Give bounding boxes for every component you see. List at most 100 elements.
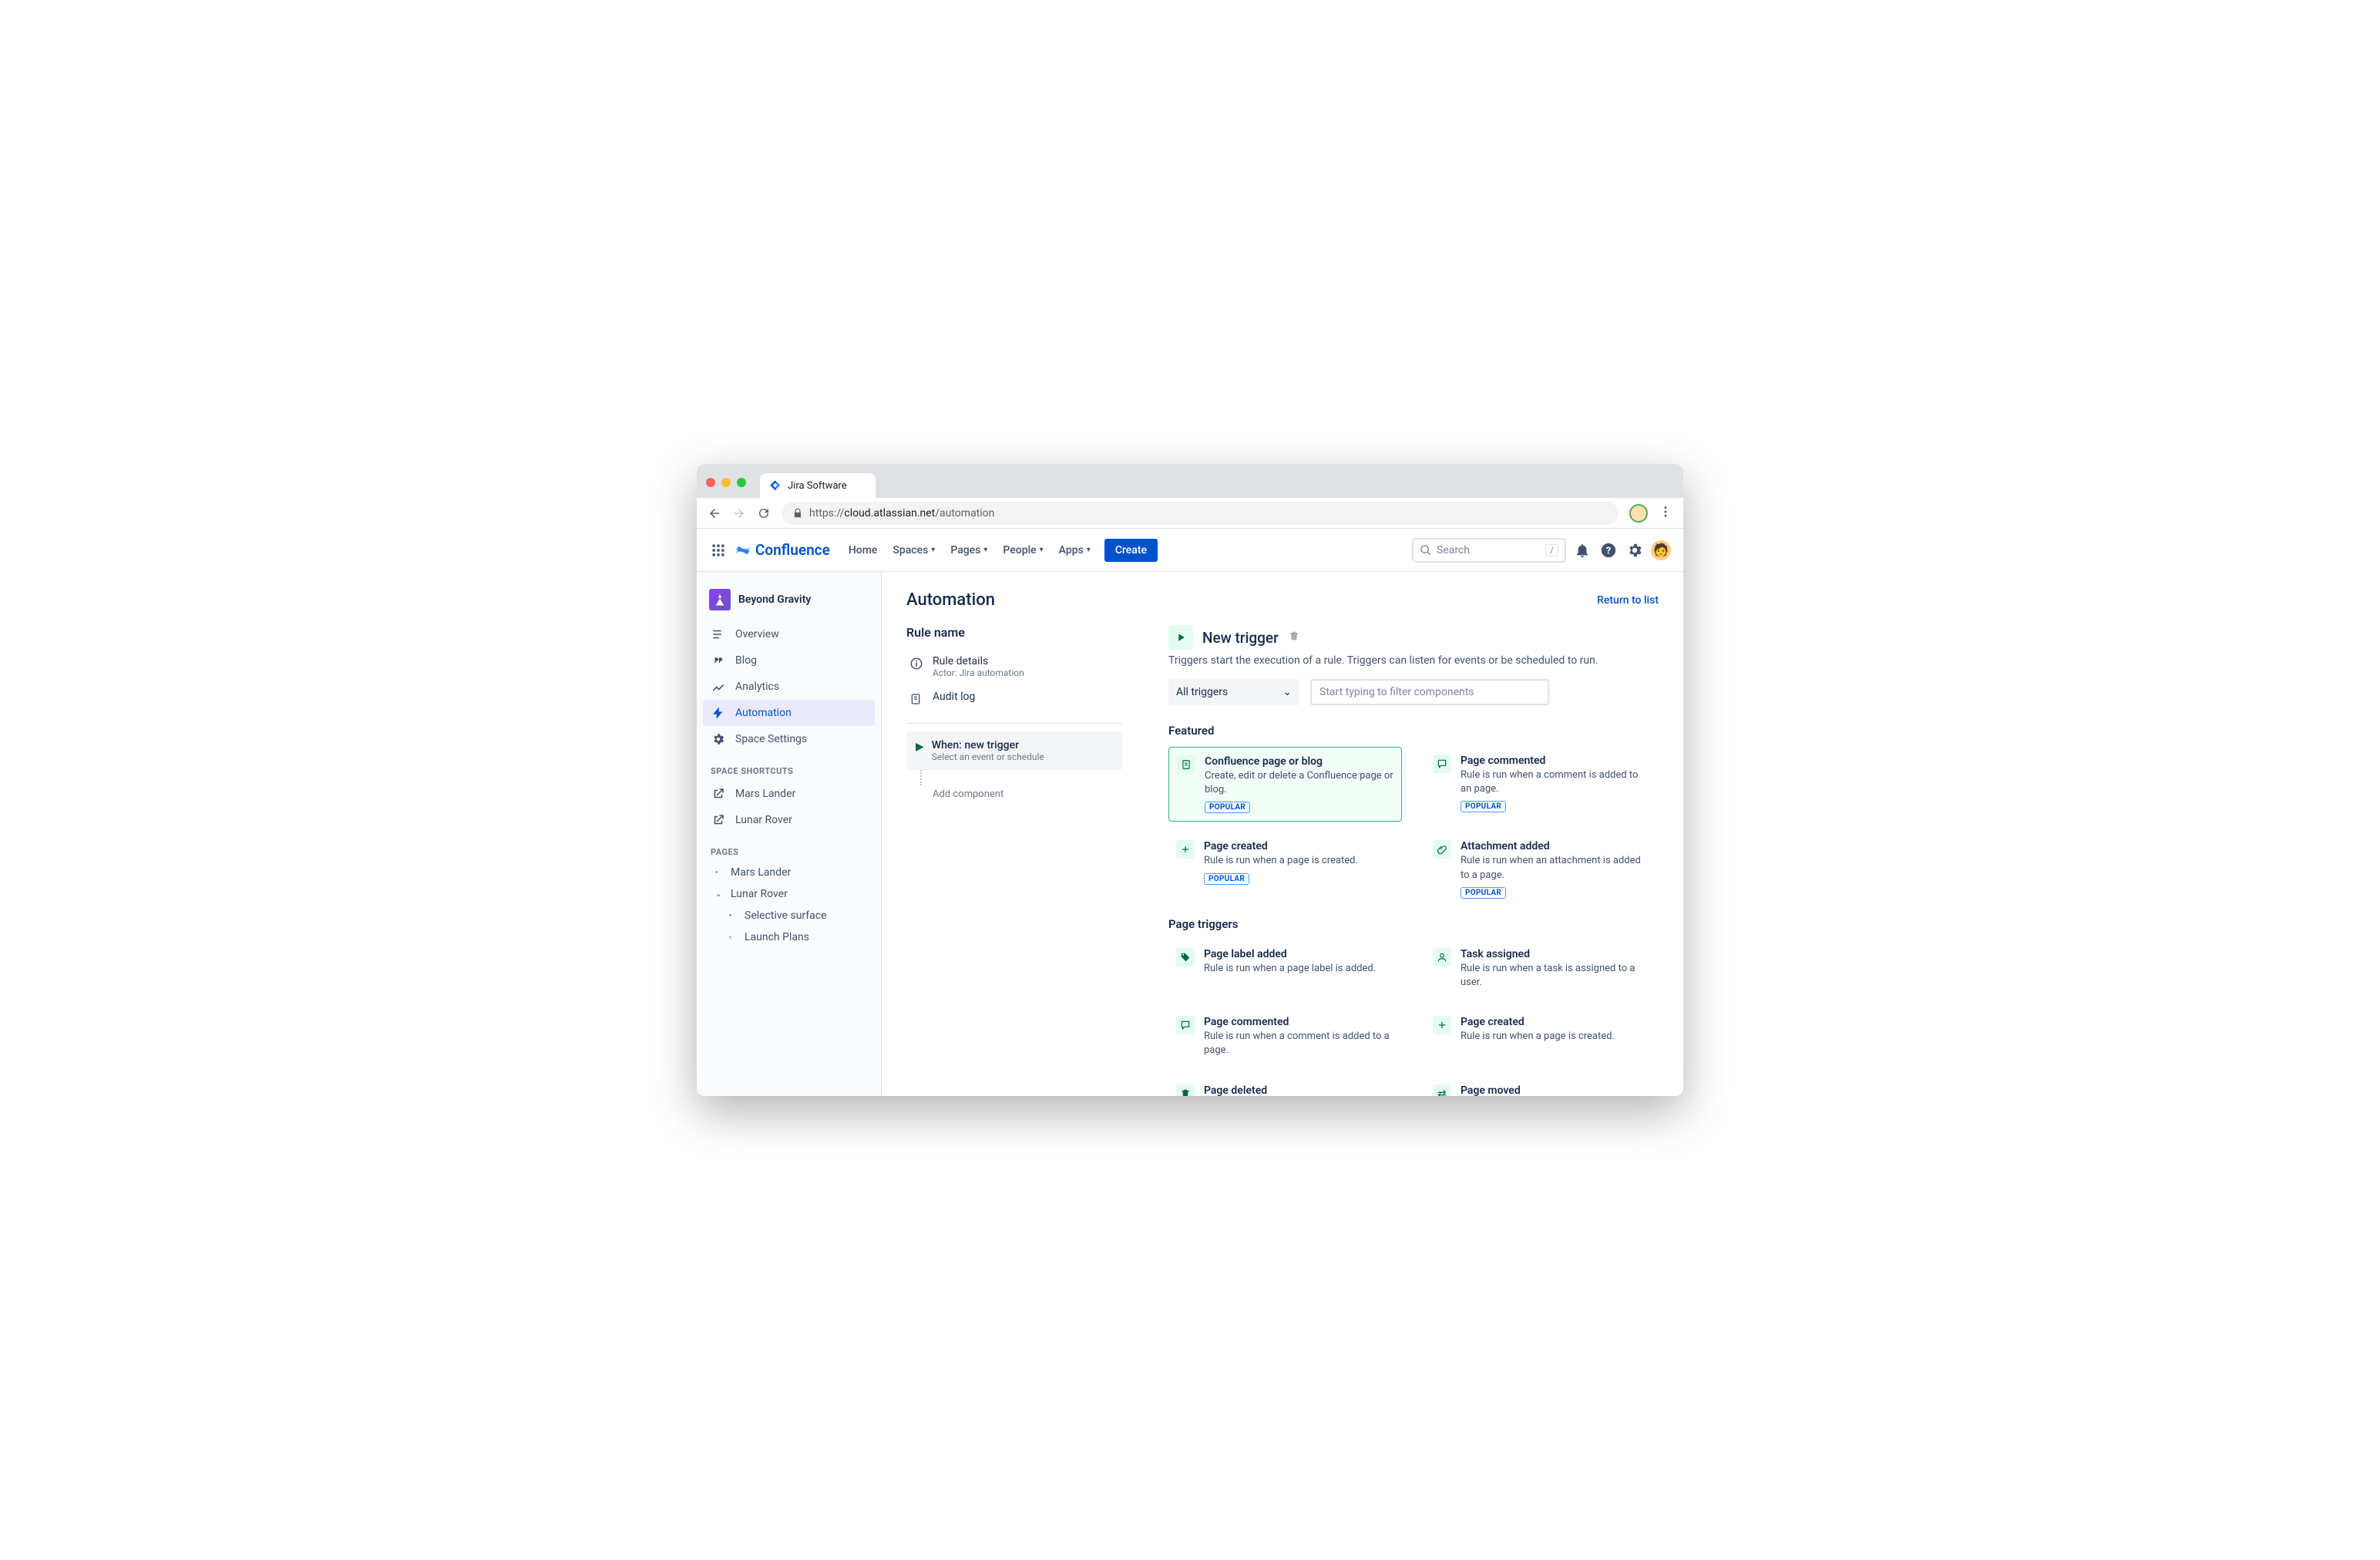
trigger-step-card[interactable]: ▶ When: new triggerSelect an event or sc… — [906, 731, 1122, 770]
trigger-card[interactable]: Page created Rule is run when a page is c… — [1168, 832, 1402, 906]
rule-actor-label: Actor: Jira automation — [933, 667, 1024, 678]
page-selective-surface[interactable]: •Selective surface — [703, 905, 875, 926]
attach-icon — [1433, 840, 1451, 859]
featured-triggers-grid: Confluence page or blogCreate, edit or d… — [1168, 747, 1659, 906]
back-button[interactable] — [708, 506, 721, 520]
confluence-logo[interactable]: Confluence — [734, 541, 830, 560]
help-button[interactable]: ? — [1598, 540, 1619, 560]
trigger-card[interactable]: Attachment addedRule is run when an atta… — [1425, 832, 1659, 906]
sidebar-item-analytics[interactable]: Analytics — [703, 674, 875, 700]
shortcut-mars-lander[interactable]: Mars Lander — [703, 781, 875, 807]
shortcuts-heading: SPACE SHORTCUTS — [703, 752, 875, 781]
nav-home[interactable]: Home — [842, 540, 884, 561]
page-launch-plans[interactable]: ›Launch Plans — [703, 926, 875, 948]
rule-column: Rule name Rule detailsActor: Jira automa… — [906, 625, 1122, 1096]
add-component-link[interactable]: Add component — [906, 785, 1122, 800]
card-description: Rule is run when a page is created. — [1461, 1030, 1651, 1044]
chevron-down-icon: ⌄ — [1282, 686, 1292, 698]
trigger-card[interactable]: Confluence page or blogCreate, edit or d… — [1168, 747, 1402, 822]
browser-menu-button[interactable] — [1659, 505, 1672, 522]
shortcut-lunar-rover[interactable]: Lunar Rover — [703, 807, 875, 833]
settings-button[interactable] — [1625, 540, 1645, 560]
reload-button[interactable] — [757, 506, 771, 520]
popular-badge: POPULAR — [1205, 802, 1250, 813]
window-controls — [706, 478, 754, 498]
search-input[interactable]: Search / — [1412, 538, 1566, 563]
sidebar-item-blog[interactable]: Blog — [703, 647, 875, 674]
content-area: Beyond Gravity Overview Blog Analytics A… — [697, 572, 1683, 1096]
chevron-right-icon: › — [729, 933, 738, 942]
filter-components-input[interactable] — [1310, 679, 1549, 705]
trigger-card[interactable]: Page deletedRule is run when an issue is… — [1168, 1077, 1402, 1097]
rule-name-heading: Rule name — [906, 625, 1122, 640]
browser-toolbar: https://cloud.atlassian.net/automation — [697, 498, 1683, 529]
trigger-card[interactable]: Page commentedRule is run when a comment… — [1168, 1008, 1402, 1065]
popular-badge: POPULAR — [1461, 887, 1506, 899]
trigger-title: New trigger — [1202, 629, 1279, 647]
sidebar-item-overview[interactable]: Overview — [703, 621, 875, 647]
shortcut-icon — [711, 787, 726, 801]
card-description: Rule is run when a page label is added. — [1204, 962, 1394, 976]
trigger-card[interactable]: Task assignedRule is run when a task is … — [1425, 940, 1659, 997]
trigger-category-dropdown[interactable]: All triggers⌄ — [1168, 679, 1299, 705]
play-icon: ▶ — [916, 739, 924, 753]
browser-tab[interactable]: Jira Software — [760, 473, 876, 498]
space-name: Beyond Gravity — [738, 593, 811, 606]
space-icon — [709, 589, 731, 610]
profile-avatar-button[interactable] — [1629, 504, 1648, 523]
popular-badge: POPULAR — [1204, 873, 1249, 885]
nav-apps[interactable]: Apps▾ — [1053, 540, 1097, 561]
return-to-list-link[interactable]: Return to list — [1597, 594, 1659, 607]
shortcut-icon — [711, 813, 726, 827]
chevron-down-icon: ▾ — [1087, 546, 1091, 554]
minimize-window-button[interactable] — [721, 478, 731, 487]
space-header[interactable]: Beyond Gravity — [703, 586, 875, 621]
svg-text:?: ? — [1606, 545, 1611, 556]
forward-button[interactable] — [732, 506, 746, 520]
trigger-card[interactable]: Page movedRule executes when a page is m… — [1425, 1077, 1659, 1097]
move-icon — [1433, 1084, 1451, 1097]
create-button[interactable]: Create — [1104, 539, 1158, 562]
gear-icon — [711, 732, 726, 746]
search-placeholder: Search — [1437, 544, 1470, 556]
rule-details-row[interactable]: Rule detailsActor: Jira automation — [906, 649, 1122, 684]
plus-icon — [1176, 840, 1195, 859]
card-description: Create, edit or delete a Confluence page… — [1205, 769, 1393, 797]
bullet-icon: • — [715, 869, 724, 877]
sidebar-item-settings[interactable]: Space Settings — [703, 726, 875, 752]
sidebar-item-automation[interactable]: Automation — [703, 700, 875, 726]
nav-pages[interactable]: Pages▾ — [944, 540, 993, 561]
card-description: Rule is run when a page is created. — [1204, 854, 1394, 868]
trigger-header: New trigger — [1168, 625, 1659, 650]
tag-icon — [1176, 948, 1195, 967]
close-window-button[interactable] — [706, 478, 715, 487]
delete-trigger-button[interactable] — [1288, 630, 1300, 645]
trigger-card[interactable]: Page commentedRule is run when a comment… — [1425, 747, 1659, 822]
play-icon — [1168, 625, 1193, 650]
trigger-card[interactable]: Page createdRule is run when a page is c… — [1425, 1008, 1659, 1065]
app-switcher-button[interactable] — [709, 541, 728, 560]
audit-log-icon — [909, 691, 925, 709]
page-triggers-grid: Page label addedRule is run when a page … — [1168, 940, 1659, 1096]
url-text: https://cloud.atlassian.net/automation — [809, 507, 994, 519]
trigger-card[interactable]: Page label addedRule is run when a page … — [1168, 940, 1402, 997]
divider — [906, 723, 1122, 724]
user-avatar-button[interactable]: 🧑 — [1651, 540, 1671, 560]
user-icon — [1433, 948, 1451, 967]
page-lunar-rover[interactable]: ⌄Lunar Rover — [703, 883, 875, 905]
nav-spaces[interactable]: Spaces▾ — [886, 540, 941, 561]
global-nav: Confluence Home Spaces▾ Pages▾ People▾ A… — [697, 529, 1683, 572]
maximize-window-button[interactable] — [737, 478, 746, 487]
page-mars-lander[interactable]: •Mars Lander — [703, 862, 875, 883]
filter-row: All triggers⌄ — [1168, 679, 1659, 705]
notifications-button[interactable] — [1572, 540, 1592, 560]
card-title: Page created — [1204, 840, 1394, 852]
pages-heading: PAGES — [703, 833, 875, 862]
browser-window: Jira Software https://cloud.atlassian.ne… — [697, 464, 1683, 1096]
page-icon — [1177, 755, 1195, 774]
comment-icon — [1176, 1016, 1195, 1034]
nav-people[interactable]: People▾ — [997, 540, 1049, 561]
featured-heading: Featured — [1168, 724, 1659, 738]
address-bar[interactable]: https://cloud.atlassian.net/automation — [782, 502, 1619, 525]
audit-log-row[interactable]: Audit log — [906, 684, 1122, 715]
